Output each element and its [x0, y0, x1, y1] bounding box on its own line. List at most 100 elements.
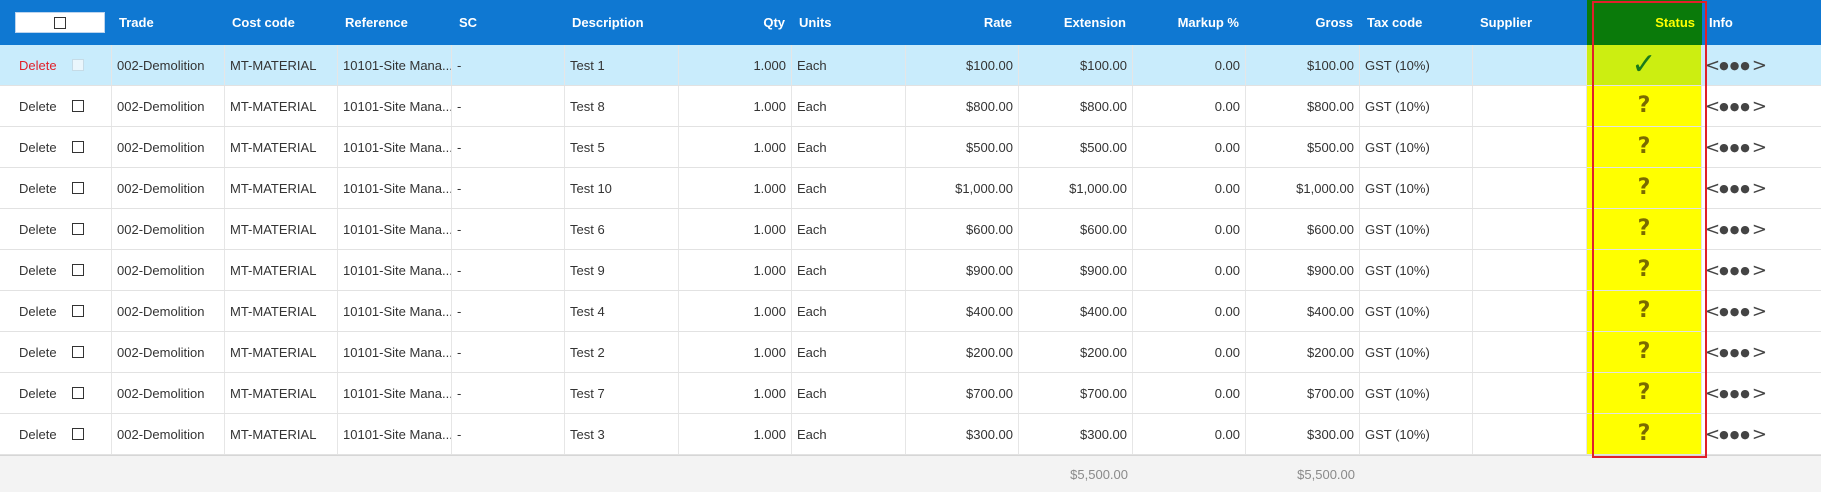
cell-status[interactable]: ?	[1587, 332, 1702, 372]
cell-markup[interactable]: 0.00	[1133, 414, 1246, 454]
info-icon[interactable]: < ●●● >	[1705, 301, 1767, 322]
row-select-checkbox[interactable]	[72, 264, 84, 276]
cell-sc[interactable]: -	[452, 127, 565, 167]
cell-tax-code[interactable]: GST (10%)	[1360, 332, 1473, 372]
info-icon[interactable]: < ●●● >	[1705, 96, 1767, 117]
cell-tax-code[interactable]: GST (10%)	[1360, 373, 1473, 413]
table-row[interactable]: Delete 002-Demolition MT-MATERIAL 10101-Sit…	[0, 373, 1821, 414]
cell-rate[interactable]: $600.00	[906, 209, 1019, 249]
cell-gross[interactable]: $700.00	[1246, 373, 1360, 413]
row-select-checkbox[interactable]	[72, 305, 84, 317]
cell-reference[interactable]: 10101-Site Mana...	[338, 86, 452, 126]
info-icon[interactable]: < ●●● >	[1705, 137, 1767, 158]
cell-markup[interactable]: 0.00	[1133, 250, 1246, 290]
info-icon[interactable]: < ●●● >	[1705, 219, 1767, 240]
cell-units[interactable]: Each	[792, 332, 906, 372]
cell-qty[interactable]: 1.000	[679, 250, 792, 290]
row-select-checkbox[interactable]	[72, 428, 84, 440]
cell-supplier[interactable]	[1473, 373, 1587, 413]
cell-qty[interactable]: 1.000	[679, 168, 792, 208]
cell-gross[interactable]: $300.00	[1246, 414, 1360, 454]
delete-link[interactable]: Delete	[19, 181, 57, 196]
cell-rate[interactable]: $400.00	[906, 291, 1019, 331]
cell-supplier[interactable]	[1473, 168, 1587, 208]
column-header-description[interactable]: Description	[565, 0, 679, 45]
cell-description[interactable]: Test 5	[565, 127, 679, 167]
delete-link[interactable]: Delete	[19, 263, 57, 278]
cell-gross[interactable]: $800.00	[1246, 86, 1360, 126]
select-all-box[interactable]	[15, 12, 105, 33]
cell-qty[interactable]: 1.000	[679, 86, 792, 126]
cell-status[interactable]: ?	[1587, 291, 1702, 331]
info-icon[interactable]: < ●●● >	[1705, 342, 1767, 363]
cell-gross[interactable]: $1,000.00	[1246, 168, 1360, 208]
cell-supplier[interactable]	[1473, 127, 1587, 167]
cell-units[interactable]: Each	[792, 250, 906, 290]
cell-tax-code[interactable]: GST (10%)	[1360, 45, 1473, 85]
cell-tax-code[interactable]: GST (10%)	[1360, 414, 1473, 454]
cell-extension[interactable]: $900.00	[1019, 250, 1133, 290]
table-row[interactable]: Delete 002-Demolition MT-MATERIAL 10101-Sit…	[0, 86, 1821, 127]
cell-reference[interactable]: 10101-Site Mana...	[338, 291, 452, 331]
cell-rate[interactable]: $300.00	[906, 414, 1019, 454]
cell-markup[interactable]: 0.00	[1133, 332, 1246, 372]
cell-supplier[interactable]	[1473, 250, 1587, 290]
cell-markup[interactable]: 0.00	[1133, 373, 1246, 413]
cell-extension[interactable]: $500.00	[1019, 127, 1133, 167]
cell-extension[interactable]: $300.00	[1019, 414, 1133, 454]
cell-extension[interactable]: $600.00	[1019, 209, 1133, 249]
cell-units[interactable]: Each	[792, 86, 906, 126]
cell-rate[interactable]: $200.00	[906, 332, 1019, 372]
cell-rate[interactable]: $800.00	[906, 86, 1019, 126]
cell-qty[interactable]: 1.000	[679, 45, 792, 85]
cell-sc[interactable]: -	[452, 414, 565, 454]
table-row[interactable]: Delete 002-Demolition MT-MATERIAL 10101-Sit…	[0, 250, 1821, 291]
cell-tax-code[interactable]: GST (10%)	[1360, 127, 1473, 167]
table-row[interactable]: Delete 002-Demolition MT-MATERIAL 10101-Sit…	[0, 332, 1821, 373]
cell-rate[interactable]: $500.00	[906, 127, 1019, 167]
info-icon[interactable]: < ●●● >	[1705, 260, 1767, 281]
cell-reference[interactable]: 10101-Site Mana...	[338, 332, 452, 372]
select-all-checkbox[interactable]	[54, 16, 66, 29]
cell-markup[interactable]: 0.00	[1133, 86, 1246, 126]
table-row[interactable]: Delete 002-Demolition MT-MATERIAL 10101-Sit…	[0, 414, 1821, 455]
cell-markup[interactable]: 0.00	[1133, 209, 1246, 249]
info-icon[interactable]: < ●●● >	[1705, 55, 1767, 76]
cell-tax-code[interactable]: GST (10%)	[1360, 86, 1473, 126]
row-select-checkbox[interactable]	[72, 59, 84, 71]
cell-gross[interactable]: $600.00	[1246, 209, 1360, 249]
row-select-checkbox[interactable]	[72, 346, 84, 358]
cell-status[interactable]: ?	[1587, 250, 1702, 290]
cell-description[interactable]: Test 3	[565, 414, 679, 454]
cell-status[interactable]: ?	[1587, 373, 1702, 413]
cell-trade[interactable]: 002-Demolition	[112, 332, 225, 372]
cell-units[interactable]: Each	[792, 209, 906, 249]
cell-status[interactable]: ?	[1587, 168, 1702, 208]
row-select-checkbox[interactable]	[72, 100, 84, 112]
info-icon[interactable]: < ●●● >	[1705, 178, 1767, 199]
cell-description[interactable]: Test 9	[565, 250, 679, 290]
cell-gross[interactable]: $900.00	[1246, 250, 1360, 290]
cell-cost-code[interactable]: MT-MATERIAL	[225, 332, 338, 372]
cell-qty[interactable]: 1.000	[679, 209, 792, 249]
cell-description[interactable]: Test 4	[565, 291, 679, 331]
cell-trade[interactable]: 002-Demolition	[112, 86, 225, 126]
cell-supplier[interactable]	[1473, 291, 1587, 331]
cell-description[interactable]: Test 6	[565, 209, 679, 249]
cell-extension[interactable]: $100.00	[1019, 45, 1133, 85]
cell-reference[interactable]: 10101-Site Mana...	[338, 209, 452, 249]
cell-gross[interactable]: $500.00	[1246, 127, 1360, 167]
delete-link[interactable]: Delete	[19, 304, 57, 319]
delete-link[interactable]: Delete	[19, 222, 57, 237]
cell-status[interactable]: ?	[1587, 127, 1702, 167]
cell-supplier[interactable]	[1473, 332, 1587, 372]
cell-rate[interactable]: $700.00	[906, 373, 1019, 413]
cell-cost-code[interactable]: MT-MATERIAL	[225, 168, 338, 208]
cell-extension[interactable]: $800.00	[1019, 86, 1133, 126]
cell-sc[interactable]: -	[452, 373, 565, 413]
cell-sc[interactable]: -	[452, 250, 565, 290]
cell-status[interactable]: ✓	[1587, 45, 1702, 85]
cell-cost-code[interactable]: MT-MATERIAL	[225, 209, 338, 249]
row-select-checkbox[interactable]	[72, 223, 84, 235]
cell-extension[interactable]: $200.00	[1019, 332, 1133, 372]
